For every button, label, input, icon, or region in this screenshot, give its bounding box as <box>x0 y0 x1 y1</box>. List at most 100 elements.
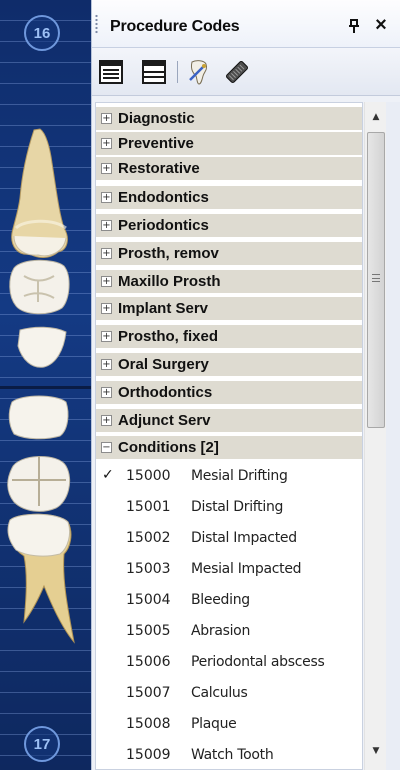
expand-icon[interactable]: + <box>101 220 112 231</box>
scroll-up-button[interactable]: ▲ <box>365 106 387 128</box>
expand-icon[interactable]: + <box>101 113 112 124</box>
code-number: 15005 <box>126 623 171 639</box>
pin-button[interactable] <box>347 18 361 34</box>
upper-tooth-crown-icon[interactable] <box>4 324 74 370</box>
code-number: 15003 <box>126 561 171 577</box>
procedure-tree[interactable]: + Diagnostic + Preventive + Restorative … <box>95 102 363 770</box>
expand-icon[interactable]: + <box>101 192 112 203</box>
upper-tooth-side-icon[interactable] <box>4 128 74 263</box>
group-row-implant-serv[interactable]: + Implant Serv <box>96 297 362 321</box>
code-description: Calculus <box>191 685 248 701</box>
group-row-preventive[interactable]: + Preventive <box>96 132 362 156</box>
expand-icon[interactable]: + <box>101 415 112 426</box>
expand-icon[interactable]: + <box>101 331 112 342</box>
code-row[interactable]: 15004 Bleeding <box>96 585 362 616</box>
code-description: Periodontal abscess <box>191 654 325 670</box>
group-row-diagnostic[interactable]: + Diagnostic <box>96 107 362 131</box>
code-number: 15009 <box>126 747 171 763</box>
group-row-oral-surgery[interactable]: + Oral Surgery <box>96 353 362 377</box>
compact-view-icon <box>142 60 166 84</box>
group-label: Orthodontics <box>118 384 213 401</box>
group-row-conditions[interactable]: − Conditions [2] <box>96 436 362 460</box>
expand-icon[interactable]: + <box>101 359 112 370</box>
group-label: Adjunct Serv <box>118 412 211 429</box>
expand-icon[interactable]: + <box>101 248 112 259</box>
code-description: Mesial Drifting <box>191 468 288 484</box>
code-description: Watch Tooth <box>191 747 274 763</box>
code-number: 15008 <box>126 716 171 732</box>
panel-toolbar <box>92 48 400 96</box>
code-number: 15006 <box>126 654 171 670</box>
code-row[interactable]: 15006 Periodontal abscess <box>96 647 362 678</box>
tooth-number-top[interactable]: 16 <box>24 15 60 51</box>
code-number: 15000 <box>126 468 171 484</box>
group-row-orthodontics[interactable]: + Orthodontics <box>96 381 362 405</box>
code-row[interactable]: 15001 Distal Drifting <box>96 492 362 523</box>
expand-icon[interactable]: + <box>101 276 112 287</box>
group-label: Prosth, remov <box>118 245 219 262</box>
code-row[interactable]: 15003 Mesial Impacted <box>96 554 362 585</box>
lower-tooth-occlusal-icon[interactable] <box>4 450 74 512</box>
upper-tooth-occlusal-icon[interactable] <box>4 256 74 316</box>
tooth-number-bottom[interactable]: 17 <box>24 726 60 762</box>
expand-icon[interactable]: + <box>101 163 112 174</box>
toolbar-separator <box>177 61 178 83</box>
group-row-adjunct-serv[interactable]: + Adjunct Serv <box>96 409 362 433</box>
group-label: Maxillo Prosth <box>118 273 221 290</box>
code-description: Mesial Impacted <box>191 561 302 577</box>
eraser-button[interactable] <box>223 58 251 86</box>
checkmark-icon: ✓ <box>102 467 114 483</box>
group-label: Endodontics <box>118 189 209 206</box>
group-label: Implant Serv <box>118 300 209 317</box>
group-label: Restorative <box>118 160 200 177</box>
code-description: Distal Drifting <box>191 499 284 515</box>
group-row-endodontics[interactable]: + Endodontics <box>96 186 362 210</box>
lower-tooth-crown-icon[interactable] <box>4 392 74 442</box>
code-row[interactable]: 15005 Abrasion <box>96 616 362 647</box>
code-row[interactable]: 15007 Calculus <box>96 678 362 709</box>
compact-view-button[interactable] <box>140 58 168 86</box>
panel-title: Procedure Codes <box>110 18 240 35</box>
drag-grip-icon[interactable] <box>95 14 98 34</box>
chart-gridlines <box>0 0 91 770</box>
group-label: Preventive <box>118 135 194 152</box>
code-row[interactable]: 15002 Distal Impacted <box>96 523 362 554</box>
code-description: Bleeding <box>191 592 250 608</box>
group-row-periodontics[interactable]: + Periodontics <box>96 214 362 238</box>
list-view-button[interactable] <box>97 58 125 86</box>
code-row[interactable]: ✓ 15000 Mesial Drifting <box>96 461 362 492</box>
panel-titlebar[interactable]: Procedure Codes × <box>92 0 400 48</box>
code-description: Abrasion <box>191 623 251 639</box>
code-number: 15002 <box>126 530 171 546</box>
expand-icon[interactable]: + <box>101 138 112 149</box>
group-label: Diagnostic <box>118 110 195 127</box>
thumb-grip-icon <box>372 274 380 282</box>
scroll-thumb[interactable] <box>367 132 385 428</box>
tooth-tool-icon <box>189 60 208 85</box>
group-row-prosth-remov[interactable]: + Prosth, remov <box>96 242 362 266</box>
arch-divider <box>0 386 91 389</box>
code-number: 15004 <box>126 592 171 608</box>
group-label: Oral Surgery <box>118 356 209 373</box>
code-description: Plaque <box>191 716 237 732</box>
panel-gutter <box>386 102 400 770</box>
expand-icon[interactable]: + <box>101 303 112 314</box>
code-description: Distal Impacted <box>191 530 297 546</box>
collapse-icon[interactable]: − <box>101 442 112 453</box>
close-button[interactable]: × <box>371 15 391 35</box>
scroll-down-button[interactable]: ▼ <box>365 740 387 762</box>
code-row[interactable]: 15008 Plaque <box>96 709 362 740</box>
group-label: Conditions [2] <box>118 439 219 456</box>
group-label: Periodontics <box>118 217 209 234</box>
code-number: 15001 <box>126 499 171 515</box>
tooth-tool-button[interactable] <box>184 58 212 86</box>
expand-icon[interactable]: + <box>101 387 112 398</box>
code-row[interactable]: 15009 Watch Tooth <box>96 740 362 769</box>
tooth-chart-strip: 16 17 <box>0 0 91 770</box>
group-row-restorative[interactable]: + Restorative <box>96 157 362 181</box>
group-row-prostho-fixed[interactable]: + Prostho, fixed <box>96 325 362 349</box>
list-view-icon <box>99 60 123 84</box>
lower-tooth-side-icon[interactable] <box>4 510 84 650</box>
group-row-maxillo-prosth[interactable]: + Maxillo Prosth <box>96 270 362 294</box>
vertical-scrollbar[interactable]: ▲ ▼ <box>364 102 386 770</box>
